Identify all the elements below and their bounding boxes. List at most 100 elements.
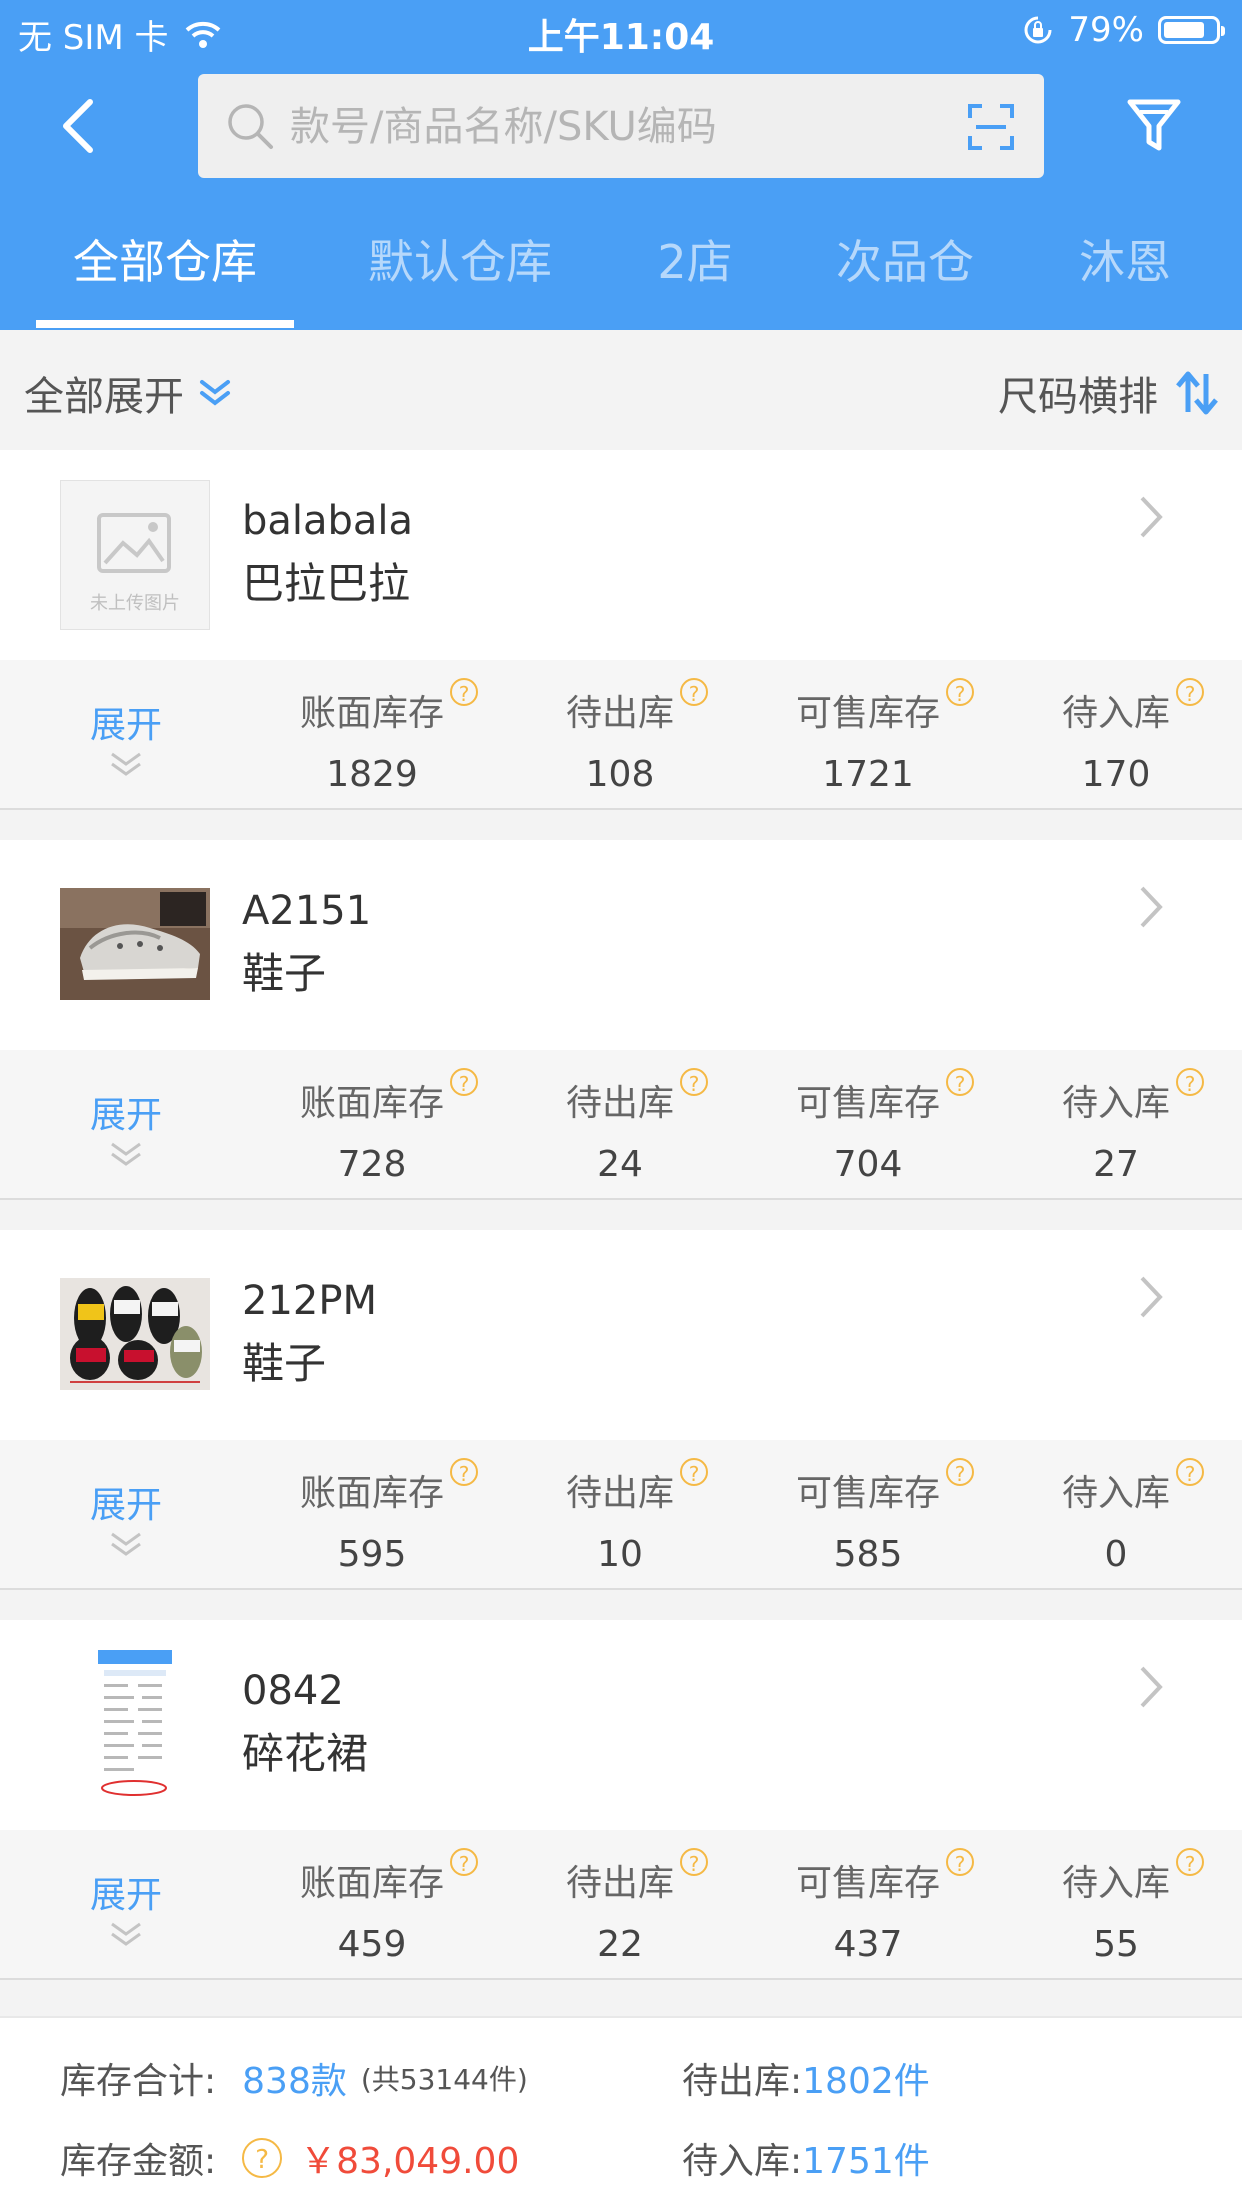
- stat-label-text: 可售库存: [795, 693, 940, 734]
- help-icon[interactable]: ?: [1176, 1848, 1204, 1876]
- search-box[interactable]: [198, 74, 1044, 180]
- product-name: 鞋子: [242, 1339, 327, 1388]
- product-code: A2151: [242, 888, 372, 934]
- stat-value: 437: [833, 1924, 903, 1965]
- scan-icon[interactable]: [966, 102, 1016, 152]
- help-icon[interactable]: ?: [680, 1848, 708, 1876]
- product-stats: 展开 账面库存? 728 待出库? 24 可售库存? 704 待入库? 27: [0, 1050, 1242, 1200]
- stock-amount-row: 库存金额: ? ￥83,049.00: [60, 2132, 519, 2184]
- tab-default-warehouse[interactable]: 默认仓库: [330, 220, 590, 330]
- stat-label: 待出库?: [565, 678, 708, 736]
- tab-all-warehouses[interactable]: 全部仓库: [36, 220, 294, 330]
- pending-in-value: 1751件: [802, 2141, 930, 2182]
- product-code: balabala: [242, 498, 414, 544]
- stat-value: 108: [585, 754, 655, 795]
- stat-sellable-stock: 可售库存? 437: [748, 1848, 988, 1965]
- help-icon[interactable]: ?: [1176, 1458, 1204, 1486]
- stat-label: 账面库存?: [300, 678, 478, 736]
- expand-button[interactable]: 展开: [86, 1476, 166, 1560]
- product-header[interactable]: 未上传图片 balabala 巴拉巴拉: [0, 450, 1242, 660]
- sneaker-photo-icon: [60, 888, 210, 1000]
- help-icon[interactable]: ?: [946, 678, 974, 706]
- expand-all-button[interactable]: 全部展开: [24, 364, 232, 422]
- stat-value: 585: [833, 1534, 903, 1575]
- stat-label: 待出库?: [566, 1068, 708, 1126]
- help-icon[interactable]: ?: [680, 1068, 708, 1096]
- chevron-right-icon: [1140, 1666, 1163, 1708]
- stat-sellable-stock: 可售库存? 704: [748, 1068, 988, 1185]
- double-chevron-down-icon: [111, 1142, 141, 1166]
- back-arrow-icon[interactable]: [50, 96, 110, 156]
- double-chevron-down-icon: [200, 380, 230, 406]
- stat-pending-out: 待出库? 108: [500, 678, 740, 795]
- stat-sellable-stock: 可售库存? 585: [748, 1458, 988, 1575]
- tab-defect-warehouse[interactable]: 次品仓: [800, 220, 1010, 330]
- screenshot-photo-icon: [98, 1650, 172, 1800]
- pending-in-row: 待入库: 1751件: [682, 2132, 930, 2184]
- search-input[interactable]: [288, 74, 942, 180]
- battery-fill: [1164, 22, 1204, 38]
- expand-button[interactable]: 展开: [86, 1866, 166, 1950]
- stat-label-text: 账面库存: [299, 1083, 444, 1124]
- search-icon: [228, 104, 273, 149]
- header: 无 SIM 卡 上午11:04 79% 款号/商品名称/SKU编码 全部仓库 默…: [0, 0, 1242, 330]
- stat-pending-out: 待出库? 10: [500, 1458, 740, 1575]
- stat-value: 728: [337, 1144, 407, 1185]
- product-name: 碎花裙: [242, 1729, 369, 1778]
- stat-label-text: 可售库存: [795, 1083, 940, 1124]
- help-icon[interactable]: ?: [946, 1848, 974, 1876]
- product-code: 212PM: [242, 1278, 377, 1324]
- help-icon[interactable]: ?: [1176, 1068, 1204, 1096]
- stat-label-text: 可售库存: [795, 1863, 940, 1904]
- help-icon[interactable]: ?: [946, 1068, 974, 1096]
- product-code: 0842: [242, 1668, 344, 1714]
- stat-label-text: 待入库: [1061, 1863, 1170, 1904]
- help-icon[interactable]: ?: [450, 1458, 478, 1486]
- stat-label: 可售库存?: [796, 1458, 974, 1516]
- help-icon[interactable]: ?: [680, 678, 708, 706]
- expand-button[interactable]: 展开: [86, 696, 166, 780]
- help-icon[interactable]: ?: [680, 1458, 708, 1486]
- help-icon[interactable]: ?: [450, 1848, 478, 1876]
- stat-label-text: 待出库: [565, 693, 674, 734]
- pending-out-label: 待出库:: [682, 2061, 803, 2102]
- expand-button[interactable]: 展开: [86, 1086, 166, 1170]
- help-icon[interactable]: ?: [450, 1068, 478, 1096]
- stat-value: 704: [833, 1144, 903, 1185]
- help-icon[interactable]: ?: [946, 1458, 974, 1486]
- stat-label: 待入库?: [1062, 678, 1204, 736]
- stock-total-label: 库存合计:: [60, 2061, 217, 2102]
- chevron-right-icon: [1140, 1276, 1163, 1318]
- double-chevron-down-icon: [111, 1532, 141, 1556]
- help-icon[interactable]: ?: [1176, 678, 1204, 706]
- stat-book-stock: 账面库存? 595: [252, 1458, 492, 1575]
- stat-book-stock: 账面库存? 1829: [252, 678, 492, 795]
- stat-book-stock: 账面库存? 728: [252, 1068, 492, 1185]
- double-chevron-down-icon: [111, 1922, 141, 1946]
- pending-in-label: 待入库:: [682, 2141, 803, 2182]
- stat-label: 待出库?: [566, 1848, 708, 1906]
- inventory-summary: 库存合计: 838款 (共53144件) 库存金额: ? ￥83,049.00 …: [0, 2016, 1242, 2210]
- status-bar: 无 SIM 卡 上午11:04 79%: [0, 0, 1242, 62]
- product-thumbnail: [60, 1278, 210, 1390]
- expand-label: 展开: [89, 705, 162, 746]
- help-icon[interactable]: ?: [450, 678, 478, 706]
- tab-muen[interactable]: 沐恩: [1040, 220, 1210, 330]
- stock-amount-value: ￥83,049.00: [300, 2141, 520, 2182]
- help-icon[interactable]: ?: [242, 2138, 283, 2178]
- expand-label: 展开: [89, 1485, 162, 1526]
- product-header[interactable]: 0842 碎花裙: [0, 1620, 1242, 1830]
- expand-label: 展开: [89, 1875, 162, 1916]
- size-layout-toggle[interactable]: 尺码横排: [998, 364, 1220, 422]
- double-chevron-down-icon: [111, 752, 141, 776]
- filter-icon[interactable]: [1126, 96, 1182, 156]
- stat-label: 待入库?: [1062, 1068, 1204, 1126]
- stat-sellable-stock: 可售库存? 1721: [748, 678, 988, 795]
- stat-label: 可售库存?: [795, 1068, 974, 1126]
- tab-store-2[interactable]: 2店: [620, 220, 770, 330]
- product-header[interactable]: 212PM 鞋子: [0, 1230, 1242, 1440]
- no-image-text: 未上传图片: [90, 593, 180, 614]
- stat-label: 账面库存?: [300, 1458, 478, 1516]
- stat-value: 22: [597, 1924, 643, 1965]
- product-header[interactable]: A2151 鞋子: [0, 840, 1242, 1050]
